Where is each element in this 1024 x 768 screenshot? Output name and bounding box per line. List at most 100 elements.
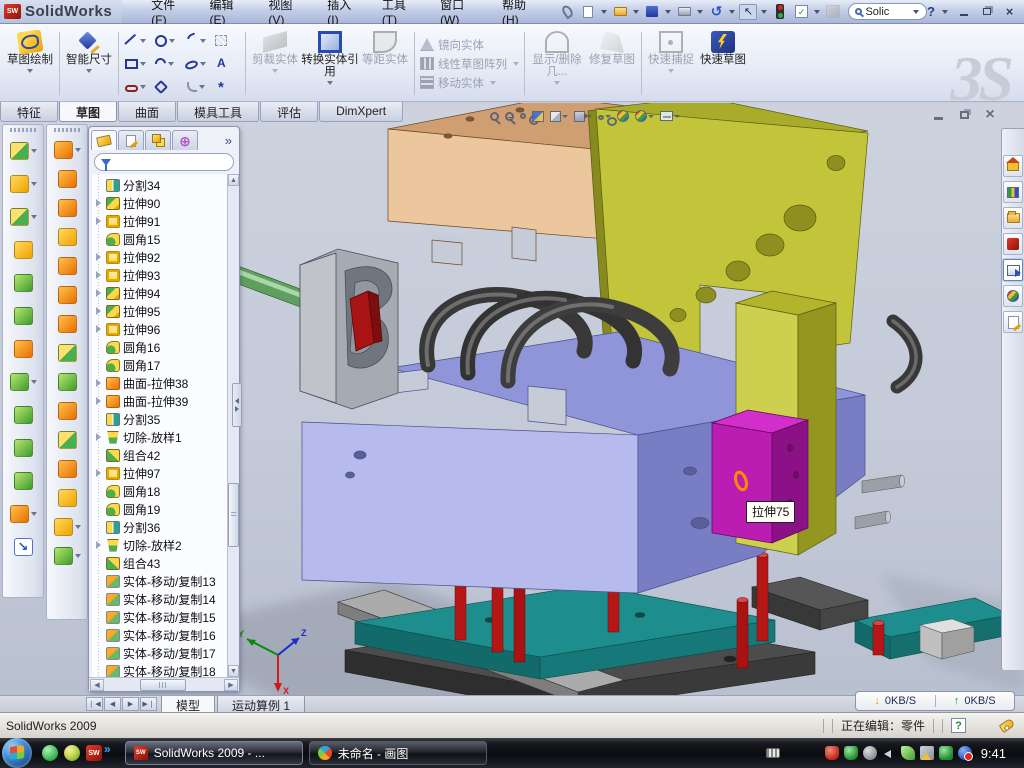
tree-item[interactable]: 圆角19: [94, 500, 227, 518]
expand-arrow-icon[interactable]: [95, 397, 103, 405]
slot-icon[interactable]: [125, 85, 138, 92]
tree-item[interactable]: 拉伸90: [94, 194, 227, 212]
tree-item[interactable]: 拉伸91: [94, 212, 227, 230]
featuremanager-tab[interactable]: [91, 130, 117, 150]
expand-arrow-icon[interactable]: [95, 289, 103, 297]
spline-dropdown[interactable]: [200, 39, 206, 43]
open-file-icon[interactable]: [611, 4, 629, 20]
tree-item[interactable]: 圆角15: [94, 230, 227, 248]
ribbon-tab[interactable]: 曲面: [118, 102, 176, 122]
keyboard-icon[interactable]: [766, 748, 780, 758]
tree-item[interactable]: 切除-放样2: [94, 536, 227, 554]
tree-item[interactable]: 实体-移动/复制17: [94, 644, 227, 662]
select-box-icon[interactable]: [215, 35, 227, 46]
dropdown-arrow[interactable]: [31, 215, 37, 219]
update-icon[interactable]: [863, 746, 877, 760]
quick-launch-overflow[interactable]: »: [104, 742, 111, 756]
tree-item[interactable]: 拉伸93: [94, 266, 227, 284]
tool-button[interactable]: [48, 282, 86, 307]
quick-tips-icon[interactable]: ?: [951, 718, 966, 733]
propertymanager-tab[interactable]: [118, 130, 144, 150]
taskbar-clock[interactable]: 9:41: [977, 746, 1016, 761]
rebuild-traffic-light-icon[interactable]: [771, 4, 789, 20]
heads-up-button[interactable]: [488, 107, 501, 125]
print-icon[interactable]: [675, 4, 693, 20]
expand-arrow-icon[interactable]: [95, 577, 103, 585]
doc-minimize-button[interactable]: [930, 108, 946, 122]
heads-up-button[interactable]: [518, 107, 528, 125]
circle-icon[interactable]: [155, 35, 167, 47]
tool-button[interactable]: [4, 434, 42, 461]
model-cavity-insert[interactable]: [300, 249, 398, 409]
scroll-down-arrow[interactable]: ▼: [228, 665, 239, 677]
tool-button[interactable]: [4, 170, 42, 197]
expand-arrow-icon[interactable]: [95, 469, 103, 477]
close-button[interactable]: ×: [1001, 4, 1018, 19]
heads-up-button[interactable]: [596, 107, 613, 125]
tool-button[interactable]: [48, 166, 86, 191]
expand-arrow-icon[interactable]: [95, 199, 103, 207]
ribbon-tab[interactable]: DimXpert: [319, 102, 403, 122]
expand-arrow-icon[interactable]: [95, 505, 103, 513]
tree-item[interactable]: 实体-移动/复制18: [94, 662, 227, 677]
dropdown-arrow[interactable]: [31, 380, 37, 384]
tool-button[interactable]: [4, 467, 42, 494]
expand-arrow-icon[interactable]: [95, 307, 103, 315]
select-arrow-icon[interactable]: ↖: [739, 4, 757, 20]
dropdown-arrow[interactable]: [31, 512, 37, 516]
ellipse-dropdown[interactable]: [200, 62, 206, 66]
arc-icon[interactable]: [153, 56, 168, 71]
task-pane-tab[interactable]: [1003, 207, 1023, 229]
expand-arrow-icon[interactable]: [95, 541, 103, 549]
expand-arrow-icon[interactable]: [95, 667, 103, 675]
fetion-icon[interactable]: [64, 745, 80, 761]
rectangle-dropdown[interactable]: [140, 62, 146, 66]
sketch-button[interactable]: 草图绘制: [4, 28, 56, 99]
task-pane-tab[interactable]: [1003, 285, 1023, 307]
messenger-icon[interactable]: [42, 745, 58, 761]
tree-item[interactable]: 圆角18: [94, 482, 227, 500]
help-button[interactable]: ?: [927, 4, 935, 19]
scroll-left-arrow[interactable]: ◀: [90, 679, 104, 691]
tree-item[interactable]: 圆角17: [94, 356, 227, 374]
expand-arrow-icon[interactable]: [95, 379, 103, 387]
heads-up-button[interactable]: [658, 107, 682, 125]
usb-device-icon[interactable]: [901, 746, 915, 760]
expand-arrow-icon[interactable]: [95, 613, 103, 621]
task-pane-tab[interactable]: [1003, 155, 1023, 177]
volume-icon[interactable]: [882, 746, 896, 760]
task-pane-tab[interactable]: [1003, 233, 1023, 255]
rectangle-icon[interactable]: [125, 59, 138, 69]
dropdown-arrow[interactable]: [674, 115, 680, 118]
task-pane-tab[interactable]: [1003, 311, 1023, 333]
task-pane-tab[interactable]: [1003, 259, 1023, 281]
save-icon[interactable]: [643, 4, 661, 20]
ribbon-tab[interactable]: 模具工具: [177, 102, 259, 122]
expand-arrow-icon[interactable]: [95, 487, 103, 495]
dropdown-arrow[interactable]: [75, 554, 81, 558]
minimize-button[interactable]: [955, 4, 972, 19]
tool-button[interactable]: [48, 456, 86, 481]
search-dropdown[interactable]: [913, 10, 919, 14]
tool-button[interactable]: [4, 269, 42, 296]
tabs-overflow-button[interactable]: »: [220, 133, 237, 150]
model-small-gray-block[interactable]: [920, 619, 974, 659]
scroll-right-arrow[interactable]: ▶: [224, 679, 238, 691]
sketch-text-icon[interactable]: [215, 57, 228, 70]
tool-button[interactable]: [48, 543, 86, 568]
solidworks-quicklaunch-icon[interactable]: SW: [86, 745, 102, 761]
new-file-icon[interactable]: [579, 4, 597, 20]
security-shield-icon[interactable]: [844, 746, 858, 760]
undo-dropdown[interactable]: [729, 10, 735, 14]
expand-arrow-icon[interactable]: [95, 595, 103, 603]
tool-button[interactable]: [48, 485, 86, 510]
tag-icon[interactable]: [999, 718, 1016, 733]
antivirus-shield-icon[interactable]: [825, 746, 839, 760]
expand-arrow-icon[interactable]: [95, 235, 103, 243]
tool-button[interactable]: [48, 340, 86, 365]
next-tab-button[interactable]: ▶: [122, 697, 139, 711]
tree-item[interactable]: 分割36: [94, 518, 227, 536]
tree-item[interactable]: 组合42: [94, 446, 227, 464]
expand-arrow-icon[interactable]: [95, 433, 103, 441]
configurationmanager-tab[interactable]: [145, 130, 171, 150]
